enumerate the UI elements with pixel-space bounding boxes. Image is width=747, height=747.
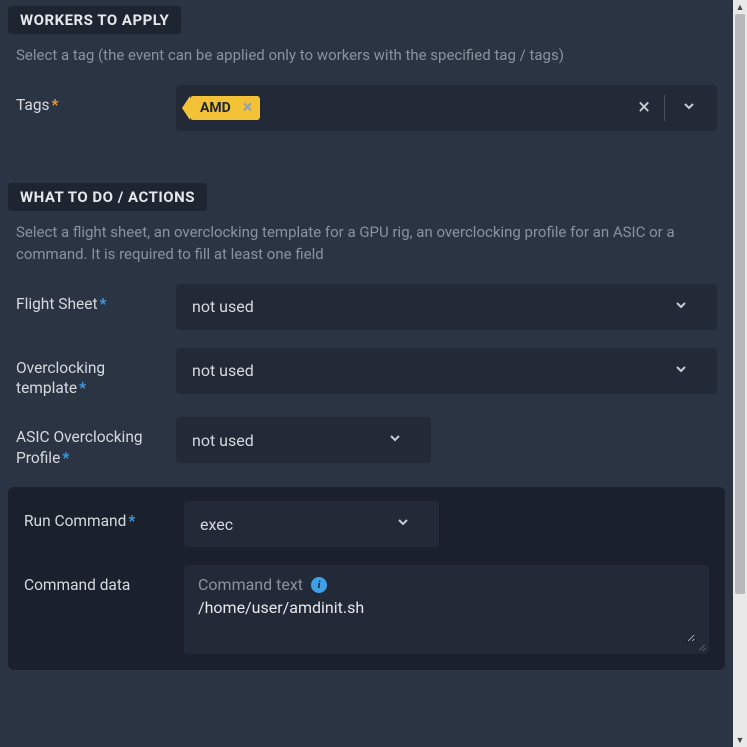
- command-data-textarea-wrap: Command text i: [184, 565, 709, 654]
- flight-sheet-row: Flight Sheet* not used: [16, 284, 717, 330]
- run-command-value: exec: [200, 515, 233, 534]
- chevron-down-icon: [375, 430, 415, 450]
- asic-profile-value: not used: [192, 431, 254, 450]
- asic-profile-label: ASIC Overclocking Profile*: [16, 417, 176, 469]
- scrollbar-up-icon[interactable]: ▲: [733, 0, 747, 14]
- workers-section-desc: Select a tag (the event can be applied o…: [16, 44, 717, 67]
- flight-sheet-select[interactable]: not used: [176, 284, 717, 330]
- clear-all-icon[interactable]: ×: [628, 95, 660, 120]
- scrollbar-down-icon[interactable]: ▼: [733, 733, 747, 747]
- asic-profile-row: ASIC Overclocking Profile* not used: [16, 417, 717, 469]
- scrollbar-thumb[interactable]: [735, 14, 745, 594]
- oc-template-label: Overclocking template*: [16, 348, 176, 400]
- command-block: Run Command* exec Command data Command t…: [8, 487, 725, 670]
- actions-section-desc: Select a flight sheet, an overclocking t…: [16, 221, 717, 266]
- command-data-textarea[interactable]: [198, 598, 695, 642]
- chevron-down-icon[interactable]: [669, 98, 709, 118]
- asic-profile-select[interactable]: not used: [176, 417, 431, 463]
- tag-chip-amd: AMD ×: [190, 96, 260, 120]
- oc-template-row: Overclocking template* not used: [16, 348, 717, 400]
- scrollbar[interactable]: ▲ ▼: [733, 0, 747, 747]
- separator: [664, 95, 665, 121]
- command-data-label: Command data: [24, 565, 184, 596]
- tag-chip-label: AMD: [200, 100, 231, 116]
- tags-label: Tags*: [16, 85, 176, 116]
- chevron-down-icon: [661, 297, 701, 317]
- required-asterisk: *: [62, 449, 69, 467]
- command-text-placeholder-label: Command text i: [198, 575, 695, 594]
- required-asterisk: *: [52, 96, 59, 114]
- chevron-down-icon: [661, 361, 701, 381]
- resize-handle-icon: [695, 640, 707, 652]
- required-asterisk: *: [100, 295, 107, 313]
- tags-row: Tags* AMD × ×: [16, 85, 717, 131]
- flight-sheet-label: Flight Sheet*: [16, 284, 176, 315]
- required-asterisk: *: [128, 512, 135, 530]
- run-command-select[interactable]: exec: [184, 501, 439, 547]
- run-command-label: Run Command*: [24, 501, 184, 532]
- run-command-row: Run Command* exec: [24, 501, 709, 547]
- tags-multiselect[interactable]: AMD × ×: [176, 85, 717, 131]
- chevron-down-icon: [383, 514, 423, 534]
- flight-sheet-value: not used: [192, 297, 254, 316]
- tag-remove-icon[interactable]: ×: [239, 99, 257, 117]
- oc-template-value: not used: [192, 361, 254, 380]
- oc-template-select[interactable]: not used: [176, 348, 717, 394]
- info-icon[interactable]: i: [311, 577, 327, 593]
- command-data-row: Command data Command text i: [24, 565, 709, 654]
- required-asterisk: *: [79, 379, 86, 397]
- actions-section-header: WHAT TO DO / ACTIONS: [8, 183, 207, 211]
- workers-section-header: WORKERS TO APPLY: [8, 6, 181, 34]
